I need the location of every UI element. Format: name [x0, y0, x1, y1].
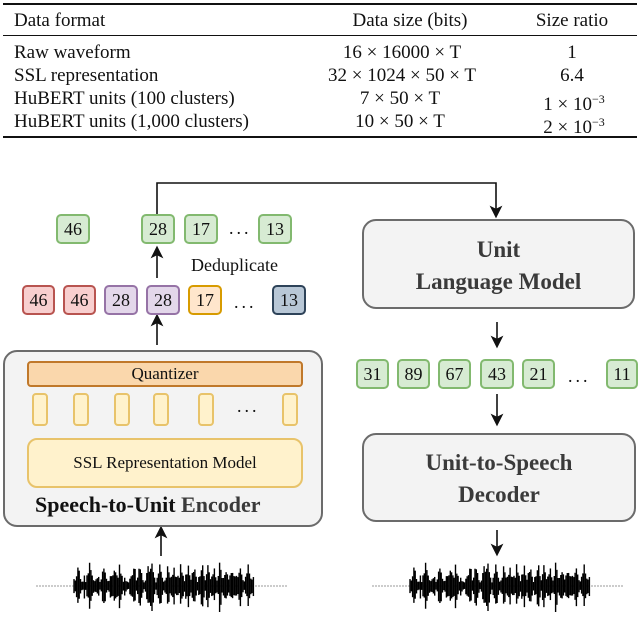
dedup-unit: 13: [258, 214, 292, 244]
feature-slot: [282, 393, 298, 426]
output-waveform-icon: [372, 562, 624, 612]
generated-unit: 31: [356, 359, 389, 389]
encoder-title: Speech-to-Unit Encoder: [35, 492, 261, 518]
generated-unit: 11: [606, 359, 638, 389]
raw-unit: 46: [63, 285, 96, 315]
feature-slot: [114, 393, 130, 426]
ulm-title-line2: Language Model: [415, 269, 582, 294]
ellipsis: ...: [234, 292, 257, 312]
generated-unit: 89: [397, 359, 430, 389]
raw-unit: 28: [104, 285, 138, 315]
raw-unit: 17: [188, 285, 222, 315]
input-waveform-icon: [36, 562, 288, 612]
raw-unit: 28: [146, 285, 180, 315]
dedup-unit: 28: [141, 214, 175, 244]
encoder-title-part2: Encoder: [181, 492, 261, 517]
feature-slot: [153, 393, 169, 426]
ulm-title-line1: Unit: [476, 237, 521, 262]
raw-unit: 46: [22, 285, 55, 315]
feedback-connector: [156, 182, 503, 219]
quantizer-block: Quantizer: [27, 361, 303, 387]
feature-slot: [198, 393, 214, 426]
unit-to-speech-decoder: Unit-to-Speech Decoder: [362, 433, 636, 522]
decoder-title-line1: Unit-to-Speech: [425, 450, 573, 475]
ellipsis: ...: [568, 366, 591, 386]
ellipsis: ...: [237, 396, 260, 416]
ssl-representation-model: SSL Representation Model: [27, 438, 303, 488]
dedup-unit: 17: [184, 214, 218, 244]
ellipsis: ...: [229, 218, 252, 238]
feature-slot: [73, 393, 89, 426]
decoder-title-line2: Decoder: [458, 482, 540, 507]
raw-unit: 13: [272, 285, 306, 315]
dedup-unit: 46: [56, 214, 90, 244]
generated-unit: 43: [480, 359, 514, 389]
generated-unit: 21: [522, 359, 555, 389]
speech-to-unit-encoder: Quantizer ... SSL Representation Model S…: [3, 350, 323, 527]
deduplicate-label: Deduplicate: [191, 255, 278, 275]
feature-slot: [32, 393, 48, 426]
encoder-title-part1: Speech-to-Unit: [35, 492, 176, 517]
generated-unit: 67: [438, 359, 471, 389]
unit-language-model: Unit Language Model: [362, 219, 635, 309]
